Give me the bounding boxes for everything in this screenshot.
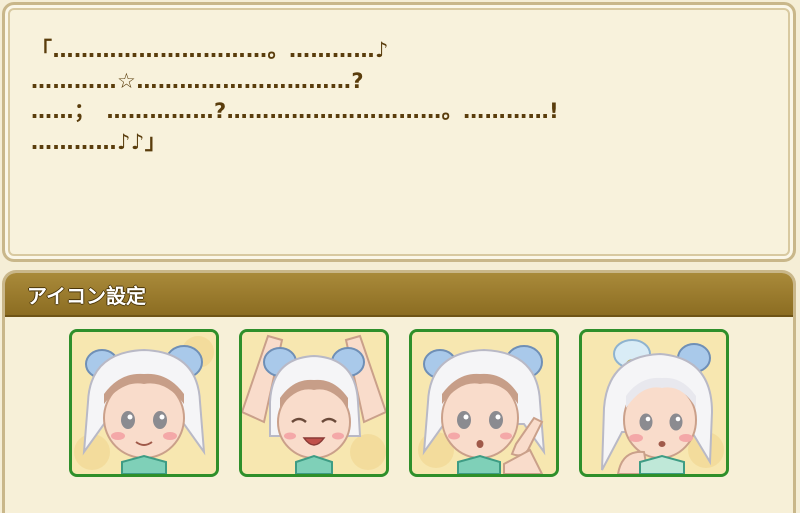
dialogue-line: …………☆…………………………?: [31, 68, 365, 93]
dialogue-text: 「…………………………。…………♪ …………☆…………………………? ……； ……: [31, 35, 559, 157]
icon-options: [69, 329, 729, 477]
character-portrait-surprised-icon: [412, 332, 556, 474]
icon-settings-title: アイコン設定: [27, 283, 146, 308]
icon-settings-panel: アイコン設定: [2, 270, 796, 513]
character-portrait-blushing-icon: [582, 332, 726, 474]
icon-settings-header: アイコン設定: [5, 273, 793, 317]
character-portrait-cheer-icon: [242, 332, 386, 474]
dialogue-line: ……； ……………?…………………………。…………!: [31, 99, 560, 123]
icon-option-surprised[interactable]: [409, 329, 559, 477]
character-portrait-smile-icon: [72, 332, 216, 474]
icon-option-blushing[interactable]: [579, 329, 729, 477]
icon-option-cheer[interactable]: [239, 329, 389, 477]
dialogue-line: 「…………………………。…………♪: [31, 38, 389, 62]
dialogue-panel: 「…………………………。…………♪ …………☆…………………………? ……； ……: [2, 2, 796, 262]
icon-option-smile[interactable]: [69, 329, 219, 477]
dialogue-line: …………♪♪」: [31, 129, 167, 154]
